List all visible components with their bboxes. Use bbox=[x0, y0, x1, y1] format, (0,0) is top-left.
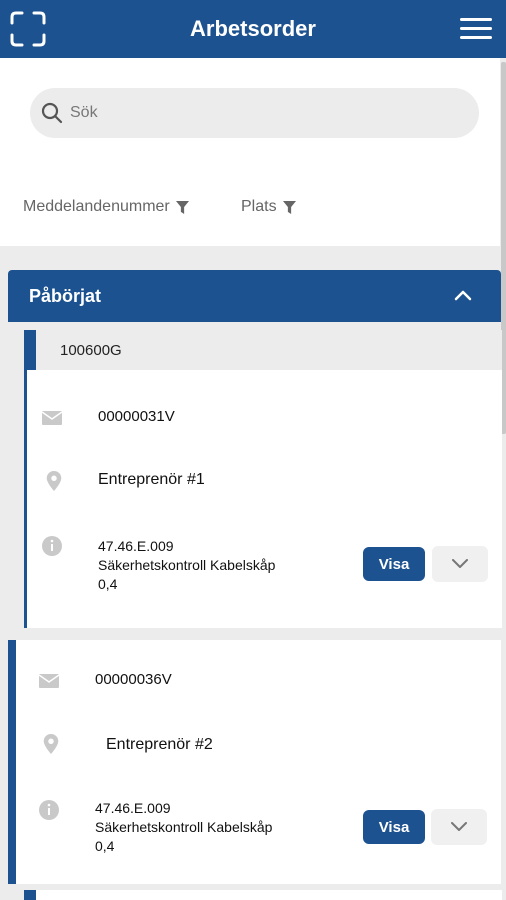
chevron-up-icon[interactable] bbox=[454, 288, 472, 302]
location-pin-icon bbox=[46, 471, 62, 491]
search-input[interactable] bbox=[70, 88, 460, 138]
page-title: Arbetsorder bbox=[190, 16, 316, 41]
filter-icon bbox=[175, 200, 189, 214]
detail-name: Säkerhetskontroll Kabelskåp bbox=[95, 819, 273, 835]
detail-name: Säkerhetskontroll Kabelskåp bbox=[98, 557, 276, 573]
detail-code: 47.46.E.009 bbox=[98, 538, 174, 554]
filter-label: Plats bbox=[241, 198, 277, 215]
info-icon bbox=[42, 536, 62, 556]
location: Entreprenör #1 bbox=[98, 471, 205, 488]
group-header[interactable]: 100600G bbox=[24, 330, 502, 370]
search-icon bbox=[41, 102, 63, 124]
group-label: 100600G bbox=[60, 342, 122, 359]
detail-value: 0,4 bbox=[95, 838, 115, 854]
expand-button[interactable] bbox=[431, 809, 487, 845]
filter-label: Meddelandenummer bbox=[23, 198, 170, 215]
location-pin-icon bbox=[43, 734, 59, 754]
location: Entreprenör #2 bbox=[106, 736, 213, 753]
filter-location[interactable]: Plats bbox=[241, 198, 296, 216]
info-icon bbox=[39, 800, 59, 820]
expand-button[interactable] bbox=[432, 546, 488, 582]
app-header: Arbetsorder bbox=[0, 0, 506, 58]
filter-message-number[interactable]: Meddelandenummer bbox=[23, 198, 189, 216]
work-order-card[interactable]: 00000036V Entreprenör #2 47.46.E.009 Säk… bbox=[8, 640, 501, 884]
work-order-card[interactable] bbox=[24, 890, 502, 900]
view-button[interactable]: Visa bbox=[363, 547, 425, 581]
detail-code: 47.46.E.009 bbox=[95, 800, 171, 816]
message-number: 00000031V bbox=[98, 408, 175, 425]
filter-panel: Meddelandenummer Plats bbox=[0, 58, 500, 246]
envelope-icon bbox=[39, 674, 59, 688]
detail-value: 0,4 bbox=[98, 576, 118, 592]
view-button[interactable]: Visa bbox=[363, 810, 425, 844]
work-order-card[interactable]: 00000031V Entreprenör #1 47.46.E.009 Säk… bbox=[24, 370, 502, 628]
chevron-down-icon bbox=[452, 559, 468, 568]
message-number: 00000036V bbox=[95, 671, 172, 688]
section-header-started[interactable]: Påbörjat bbox=[8, 270, 501, 322]
envelope-icon bbox=[42, 411, 62, 425]
hamburger-menu-icon[interactable] bbox=[460, 18, 492, 40]
section-title: Påbörjat bbox=[29, 286, 102, 306]
chevron-down-icon bbox=[451, 822, 467, 831]
search-bar[interactable] bbox=[30, 88, 479, 138]
filter-icon bbox=[282, 200, 296, 214]
